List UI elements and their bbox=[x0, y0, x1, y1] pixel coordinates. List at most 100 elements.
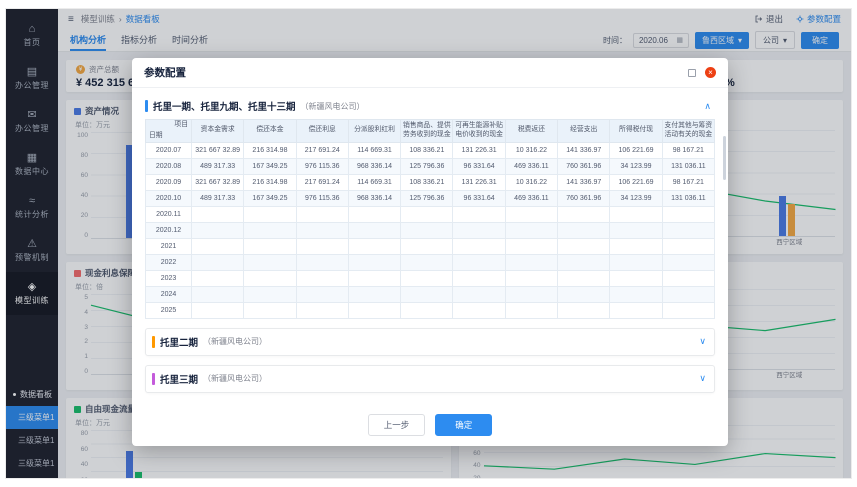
value-cell bbox=[400, 285, 454, 303]
section-header-phase1[interactable]: 托里一期、托里九期、托里十三期 （新疆风电公司） ∧ bbox=[145, 95, 715, 119]
value-cell bbox=[400, 269, 454, 287]
value-cell bbox=[295, 301, 349, 319]
date-cell: 2020.08 bbox=[145, 157, 192, 175]
value-cell bbox=[243, 285, 297, 303]
value-cell bbox=[609, 237, 663, 255]
value-cell bbox=[661, 285, 716, 303]
value-cell: 217 691.24 bbox=[295, 141, 349, 159]
value-cell bbox=[295, 221, 349, 239]
chevron-down-icon[interactable]: ∨ bbox=[699, 374, 706, 383]
value-cell bbox=[504, 285, 559, 303]
value-cell bbox=[661, 205, 716, 223]
value-cell bbox=[190, 269, 245, 287]
table-row[interactable]: 2020.11 bbox=[145, 205, 716, 223]
modal-title: 参数配置 bbox=[144, 67, 186, 79]
table-row[interactable]: 2020.12 bbox=[145, 221, 716, 239]
value-cell bbox=[295, 205, 349, 223]
value-cell: 114 669.31 bbox=[347, 141, 402, 159]
value-cell bbox=[452, 301, 506, 319]
date-cell: 2022 bbox=[145, 253, 192, 271]
parameter-table: 项目 日期 资本金需求 偿还本金 偿还利息 分派股利红利 销售商品、提供劳务收到… bbox=[145, 119, 716, 319]
section-color-bar bbox=[152, 372, 155, 385]
table-row[interactable]: 2025 bbox=[145, 301, 716, 319]
modal-body: 托里一期、托里九期、托里十三期 （新疆风电公司） ∧ 项目 日期 资本金需求 偿… bbox=[132, 88, 728, 406]
value-cell bbox=[295, 285, 349, 303]
column-header: 销售商品、提供劳务收到的现金 bbox=[400, 119, 454, 143]
value-cell bbox=[400, 301, 454, 319]
close-icon[interactable]: × bbox=[705, 67, 716, 78]
modal-footer: 上一步 确定 bbox=[132, 406, 728, 446]
section-header-phase3[interactable]: 托里三期 （新疆风电公司） ∨ bbox=[145, 364, 715, 393]
value-cell: 489 317.33 bbox=[190, 157, 245, 175]
value-cell bbox=[243, 269, 297, 287]
table-row[interactable]: 2020.08 489 317.33 167 349.25 976 115.36… bbox=[145, 157, 716, 175]
table-row[interactable]: 2020.07 321 667 32.89 216 314.98 217 691… bbox=[145, 141, 716, 159]
chevron-up-icon[interactable]: ∧ bbox=[704, 101, 711, 111]
date-cell: 2021 bbox=[145, 237, 192, 255]
value-cell: 108 336.21 bbox=[400, 141, 454, 159]
table-header-row: 项目 日期 资本金需求 偿还本金 偿还利息 分派股利红利 销售商品、提供劳务收到… bbox=[145, 119, 716, 143]
app-window: ⌂ 首页 ▤ 办公管理 ✉ 办公管理 ▦ 数据中心 ≈ 统计分析 ⚠ 预警机制 … bbox=[5, 8, 852, 479]
value-cell bbox=[452, 269, 506, 287]
column-header: 所得税付现 bbox=[609, 119, 663, 143]
value-cell bbox=[557, 221, 611, 239]
value-cell bbox=[190, 253, 245, 271]
value-cell bbox=[661, 301, 716, 319]
section-header-phase2[interactable]: 托里二期 （新疆风电公司） ∨ bbox=[145, 327, 715, 356]
value-cell bbox=[609, 285, 663, 303]
modal-confirm-button[interactable]: 确定 bbox=[435, 414, 493, 436]
value-cell bbox=[347, 221, 402, 239]
value-cell: 114 669.31 bbox=[347, 173, 402, 191]
value-cell: 167 349.25 bbox=[243, 157, 297, 175]
value-cell bbox=[609, 253, 663, 271]
value-cell: 98 167.21 bbox=[661, 141, 716, 159]
table-row[interactable]: 2024 bbox=[145, 285, 716, 303]
date-cell: 2025 bbox=[145, 301, 192, 319]
value-cell bbox=[295, 237, 349, 255]
value-cell bbox=[243, 301, 297, 319]
section-company: （新疆风电公司） bbox=[300, 101, 365, 111]
value-cell bbox=[557, 301, 611, 319]
table-row[interactable]: 2021 bbox=[145, 237, 716, 255]
value-cell: 968 336.14 bbox=[347, 189, 402, 207]
value-cell bbox=[504, 205, 559, 223]
modal-scrollbar[interactable] bbox=[723, 136, 726, 180]
value-cell: 125 796.36 bbox=[400, 157, 454, 175]
value-cell bbox=[190, 205, 245, 223]
date-cell: 2020.12 bbox=[145, 221, 192, 239]
column-header: 税费返还 bbox=[504, 119, 559, 143]
section-color-bar bbox=[145, 100, 148, 112]
value-cell bbox=[347, 253, 402, 271]
value-cell: 34 123.99 bbox=[609, 189, 663, 207]
value-cell: 760 361.96 bbox=[557, 189, 611, 207]
table-row[interactable]: 2023 bbox=[145, 269, 716, 287]
value-cell bbox=[504, 269, 559, 287]
table-row[interactable]: 2022 bbox=[145, 253, 716, 271]
value-cell: 131 226.31 bbox=[452, 141, 506, 159]
value-cell bbox=[609, 221, 663, 239]
value-cell: 96 331.64 bbox=[452, 157, 506, 175]
chevron-down-icon[interactable]: ∨ bbox=[699, 337, 706, 346]
table-row[interactable]: 2020.09 321 667 32.89 216 314.98 217 691… bbox=[145, 173, 716, 191]
column-header: 偿还本金 bbox=[243, 119, 297, 143]
value-cell: 108 336.21 bbox=[400, 173, 454, 191]
value-cell bbox=[243, 253, 297, 271]
value-cell bbox=[504, 253, 559, 271]
value-cell: 321 667 32.89 bbox=[190, 173, 245, 191]
value-cell: 321 667 32.89 bbox=[190, 141, 245, 159]
value-cell bbox=[452, 253, 506, 271]
value-cell bbox=[347, 237, 402, 255]
value-cell bbox=[557, 205, 611, 223]
value-cell bbox=[243, 205, 297, 223]
date-cell: 2020.10 bbox=[145, 189, 192, 207]
value-cell bbox=[295, 269, 349, 287]
value-cell bbox=[400, 237, 454, 255]
value-cell bbox=[504, 221, 559, 239]
value-cell: 469 336.11 bbox=[504, 189, 559, 207]
table-row[interactable]: 2020.10 489 317.33 167 349.25 976 115.36… bbox=[145, 189, 716, 207]
value-cell: 760 361.96 bbox=[557, 157, 611, 175]
prev-step-button[interactable]: 上一步 bbox=[367, 414, 426, 436]
fullscreen-icon[interactable] bbox=[688, 68, 696, 77]
value-cell bbox=[452, 205, 506, 223]
value-cell: 216 314.98 bbox=[243, 173, 297, 191]
